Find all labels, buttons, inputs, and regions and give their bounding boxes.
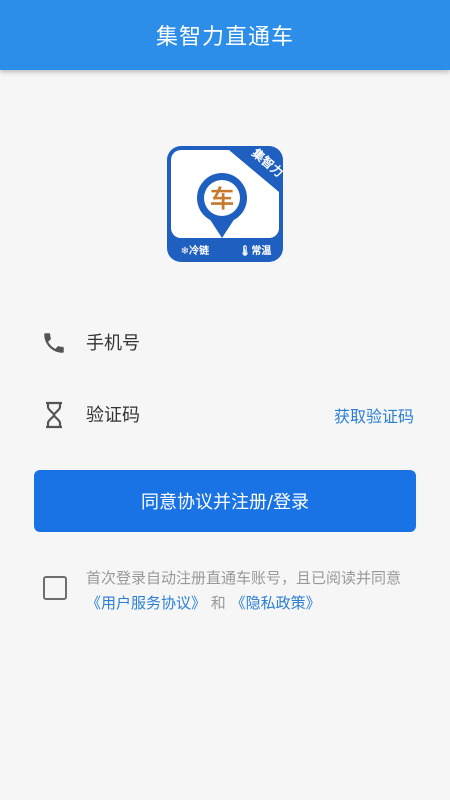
app-header: 集智力直通车	[0, 0, 450, 70]
privacy-policy-link[interactable]: 《隐私政策》	[231, 594, 321, 612]
app-logo-svg: 集智力 车 ❄冷链 🌡常温	[167, 146, 283, 262]
phone-input[interactable]	[86, 323, 306, 363]
phone-icon	[40, 329, 68, 357]
agreement-and: 和	[206, 594, 231, 612]
code-input[interactable]	[86, 395, 306, 435]
user-agreement-link[interactable]: 《用户服务协议》	[86, 594, 206, 612]
hourglass-icon	[40, 401, 68, 429]
agreement-checkbox[interactable]	[43, 576, 67, 600]
page-title: 集智力直通车	[155, 25, 294, 50]
logo-badge-right: 🌡常温	[239, 244, 272, 257]
phone-row	[0, 318, 450, 368]
agreement-prefix: 首次登录自动注册直通车账号，且已阅读并同意	[86, 569, 402, 587]
logo-main-char: 车	[210, 185, 234, 213]
logo-badge-left: ❄冷链	[181, 244, 210, 257]
code-row: 获取验证码	[0, 390, 450, 440]
get-code-button[interactable]: 获取验证码	[334, 403, 414, 427]
submit-button[interactable]: 同意协议并注册/登录	[34, 470, 416, 532]
agreement-text: 首次登录自动注册直通车账号，且已阅读并同意《用户服务协议》 和 《隐私政策》	[86, 566, 426, 616]
app-logo: 集智力 车 ❄冷链 🌡常温	[167, 146, 283, 262]
